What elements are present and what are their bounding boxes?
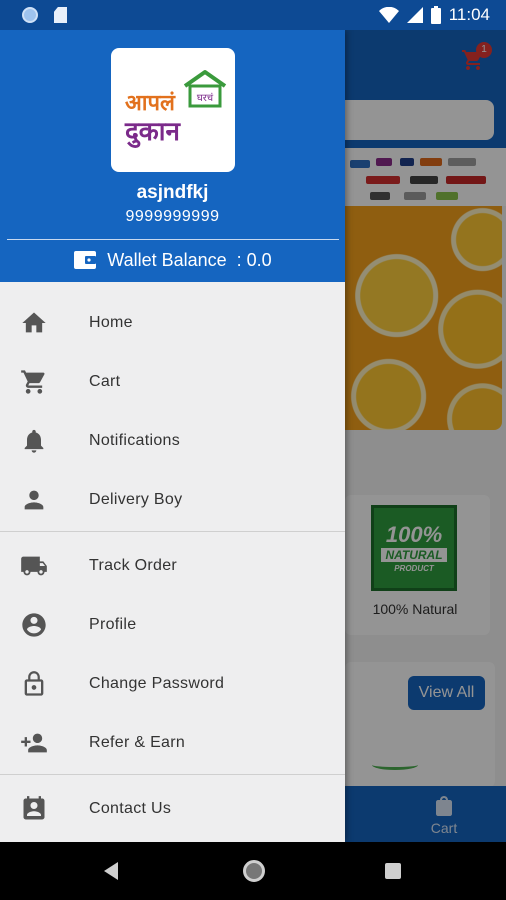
menu-item-label: Profile — [89, 615, 137, 633]
home-icon — [20, 309, 48, 337]
contact-icon — [20, 795, 48, 823]
menu-item-refer-earn[interactable]: Refer & Earn — [0, 713, 345, 772]
status-bar: 11:04 — [0, 0, 506, 30]
back-icon[interactable] — [104, 862, 118, 880]
truck-icon — [20, 552, 48, 580]
account-circle-icon — [20, 611, 48, 639]
menu-item-profile[interactable]: Profile — [0, 595, 345, 654]
menu-item-delivery-boy[interactable]: Delivery Boy — [0, 470, 345, 529]
menu-item-notifications[interactable]: Notifications — [0, 411, 345, 470]
signal-icon — [406, 7, 423, 23]
system-navigation-bar — [0, 842, 506, 900]
cart-icon — [20, 368, 48, 396]
menu-item-cart[interactable]: Cart — [0, 352, 345, 411]
notification-dot-icon — [22, 7, 38, 23]
person-icon — [20, 486, 48, 514]
user-name: asjndfkj — [136, 182, 209, 203]
wallet-value: : 0.0 — [236, 249, 272, 270]
recent-apps-icon[interactable] — [385, 863, 401, 879]
status-time: 11:04 — [448, 5, 490, 24]
user-phone: 9999999999 — [125, 208, 220, 225]
menu-item-label: Track Order — [89, 556, 178, 574]
lock-icon — [20, 670, 48, 698]
menu-item-home[interactable]: Home — [0, 293, 345, 352]
menu-item-label: Cart — [89, 372, 121, 390]
wallet-label: Wallet Balance — [107, 249, 227, 270]
drawer-header: घरचं आपलं दुकान asjndfkj 9999999999 Wall… — [0, 30, 345, 282]
person-add-icon — [20, 729, 48, 757]
menu-item-label: Notifications — [89, 431, 181, 449]
wallet-balance[interactable]: Wallet Balance : 0.0 — [0, 248, 345, 272]
menu-item-track-order[interactable]: Track Order — [0, 536, 345, 595]
drawer-menu: Home Cart Notifications Delivery Boy Tra… — [0, 282, 345, 838]
menu-item-label: Delivery Boy — [89, 490, 183, 508]
sd-card-icon — [54, 7, 67, 23]
menu-item-label: Home — [89, 313, 133, 331]
menu-divider — [0, 531, 345, 532]
menu-divider — [0, 774, 345, 775]
svg-text:दुकान: दुकान — [124, 117, 182, 148]
home-button-icon[interactable] — [243, 860, 265, 882]
header-divider — [7, 239, 339, 240]
menu-item-label: Refer & Earn — [89, 733, 186, 751]
app-logo: घरचं आपलं दुकान — [111, 48, 235, 172]
menu-item-label: Change Password — [89, 674, 225, 692]
bell-icon — [20, 427, 48, 455]
navigation-drawer: घरचं आपलं दुकान asjndfkj 9999999999 Wall… — [0, 30, 345, 842]
svg-text:आपलं: आपलं — [125, 91, 176, 116]
wallet-icon — [73, 248, 97, 272]
menu-item-change-password[interactable]: Change Password — [0, 654, 345, 713]
svg-text:घरचं: घरचं — [197, 92, 214, 104]
menu-item-contact-us[interactable]: Contact Us — [0, 779, 345, 838]
menu-item-label: Contact Us — [89, 799, 172, 817]
battery-icon — [430, 6, 441, 24]
wifi-icon — [378, 7, 399, 23]
